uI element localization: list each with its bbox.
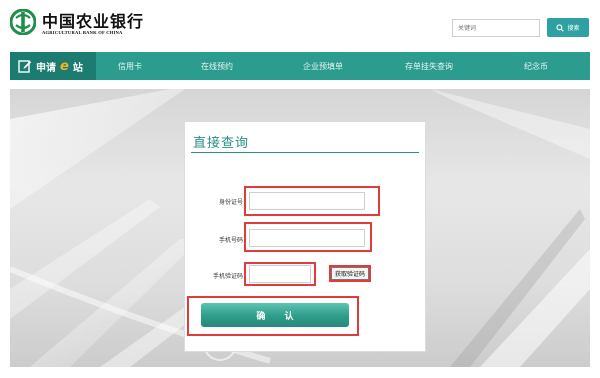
site-header: 中国农业银行 AGRICULTURAL BANK OF CHINA 搜索 <box>0 0 600 48</box>
nav-brand-suffix: 站 <box>72 62 83 74</box>
search-button[interactable]: 搜索 <box>547 18 589 37</box>
id-number-input[interactable] <box>249 192 365 210</box>
phone-label: 手机号码： <box>218 237 249 244</box>
id-number-label: 身份证号： <box>218 199 249 206</box>
query-form-card: 直接查询 身份证号： 手机号码： 手机验证码： 获取验证码 确 认 <box>184 121 426 352</box>
confirm-button[interactable]: 确 认 <box>201 303 349 327</box>
nav-item-corporate-form[interactable]: 企业预填单 <box>270 52 376 80</box>
search-button-label: 搜索 <box>567 25 580 32</box>
abc-emblem-icon <box>10 9 36 35</box>
main-nav: 申请 e 站 信用卡 在线预约 企业预填单 存单挂失查询 纪念币 <box>10 52 590 80</box>
search-input[interactable] <box>452 19 540 37</box>
bank-logo[interactable]: 中国农业银行 AGRICULTURAL BANK OF CHINA <box>10 8 182 44</box>
bank-name-en: AGRICULTURAL BANK OF CHINA <box>42 30 123 35</box>
nav-brand-e-mark: e <box>60 58 69 74</box>
nav-item-deposit-loss-query[interactable]: 存单挂失查询 <box>376 52 482 80</box>
nav-item-commemorative-coin[interactable]: 纪念币 <box>482 52 590 80</box>
nav-item-online-booking[interactable]: 在线预约 <box>164 52 270 80</box>
sms-code-label: 手机验证码： <box>212 273 249 280</box>
nav-brand[interactable]: 申请 e 站 <box>10 52 96 80</box>
bank-name-cn: 中国农业银行 <box>42 12 145 31</box>
title-divider <box>191 152 419 153</box>
phone-input[interactable] <box>249 229 365 247</box>
nav-item-credit-card[interactable]: 信用卡 <box>96 52 164 80</box>
form-title: 直接查询 <box>193 136 250 151</box>
nav-brand-prefix: 申请 <box>36 62 56 74</box>
get-sms-code-button[interactable]: 获取验证码 <box>331 267 369 280</box>
edit-icon <box>18 60 32 73</box>
sms-code-input[interactable] <box>249 265 311 283</box>
search-icon <box>556 23 565 32</box>
